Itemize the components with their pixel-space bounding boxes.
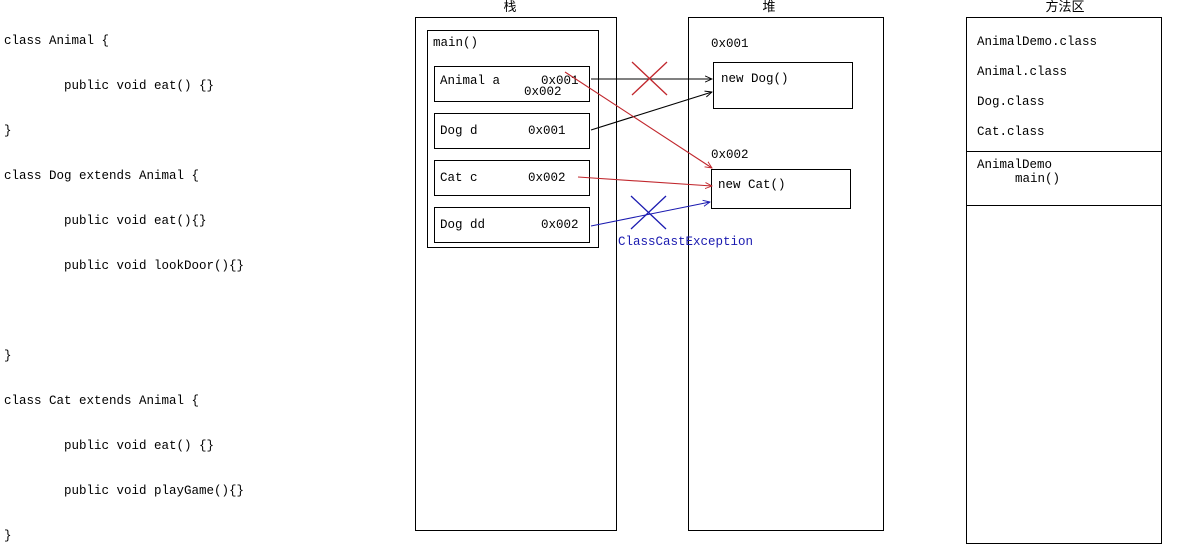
stack-var-value: 0x002 bbox=[541, 218, 579, 232]
stack-frame-label: main() bbox=[433, 36, 479, 50]
stack-var-value: 0x001 bbox=[528, 124, 566, 138]
invalidation-mark-blue-x bbox=[630, 195, 667, 230]
code-line: } bbox=[4, 529, 12, 543]
heap-region-title: 堆 bbox=[762, 0, 776, 15]
code-line: public void lookDoor(){} bbox=[4, 259, 245, 273]
method-area-region-title: 方法区 bbox=[1045, 0, 1085, 15]
jvm-memory-diagram: class Animal { public void eat() {} } cl… bbox=[0, 0, 1202, 547]
heap-object-label: new Cat() bbox=[718, 178, 786, 192]
code-line: public void eat(){} bbox=[4, 214, 207, 228]
source-code-panel: class Animal { public void eat() {} } cl… bbox=[4, 4, 404, 543]
code-line: public void eat() {} bbox=[4, 79, 215, 93]
code-line: } bbox=[4, 349, 12, 363]
method-area-divider bbox=[966, 151, 1162, 152]
method-area-frame-owner: AnimalDemo bbox=[977, 158, 1053, 172]
code-line: class Dog extends Animal { bbox=[4, 169, 200, 183]
stack-var-name: Cat c bbox=[440, 171, 478, 185]
method-area-divider bbox=[966, 205, 1162, 206]
code-line: public void playGame(){} bbox=[4, 484, 245, 498]
code-line: } bbox=[4, 124, 12, 138]
heap-object-label: new Dog() bbox=[721, 72, 789, 86]
code-line: class Cat extends Animal { bbox=[4, 394, 200, 408]
stack-var-value-updated: 0x002 bbox=[524, 85, 562, 99]
stack-var-name: Dog dd bbox=[440, 218, 486, 232]
stack-var-name: Animal a bbox=[440, 74, 501, 88]
heap-object-address: 0x002 bbox=[711, 148, 749, 162]
stack-var-value: 0x002 bbox=[528, 171, 566, 185]
heap-object-address: 0x001 bbox=[711, 37, 749, 51]
stack-region-title: 栈 bbox=[503, 0, 517, 15]
method-area-class-entry: Cat.class bbox=[977, 125, 1045, 139]
method-area-class-entry: Animal.class bbox=[977, 65, 1068, 79]
invalidation-mark-red-x bbox=[631, 61, 668, 96]
stack-var-name: Dog d bbox=[440, 124, 478, 138]
classcastexception-annotation: ClassCastException bbox=[618, 235, 754, 249]
code-line: class Animal { bbox=[4, 34, 110, 48]
method-area-frame-method: main() bbox=[1015, 172, 1061, 186]
code-line: public void eat() {} bbox=[4, 439, 215, 453]
method-area-class-entry: AnimalDemo.class bbox=[977, 35, 1098, 49]
method-area-class-entry: Dog.class bbox=[977, 95, 1045, 109]
